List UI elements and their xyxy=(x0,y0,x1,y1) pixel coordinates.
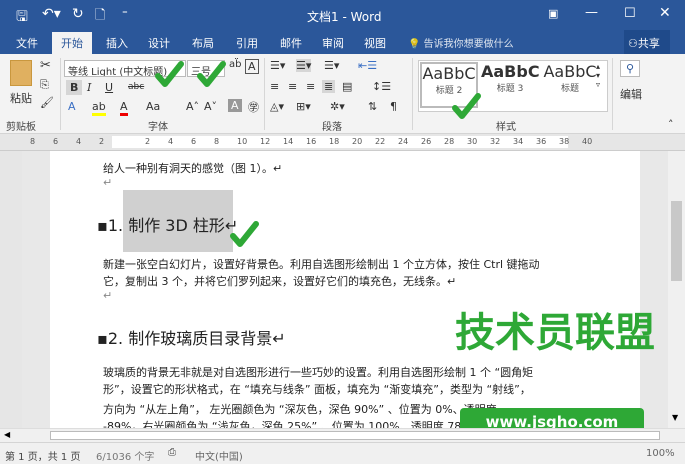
watermark-logo: 技术员联盟 xyxy=(455,310,655,356)
scroll-left-icon[interactable]: ◀ xyxy=(4,430,10,439)
word-count[interactable]: 6/1036 个字 xyxy=(96,448,154,463)
page-count[interactable]: 第 1 页，共 1 页 xyxy=(5,448,80,463)
horizontal-scrollbar[interactable]: ◀ xyxy=(0,428,685,442)
check-icon xyxy=(197,61,226,87)
check-icon xyxy=(155,61,184,87)
proofing-icon[interactable]: ⎙ xyxy=(168,447,176,458)
zoom-level[interactable]: 100% xyxy=(646,448,675,459)
status-bar: 第 1 页，共 1 页 6/1036 个字 ⎙ 中文(中国) 100% xyxy=(0,442,685,464)
language[interactable]: 中文(中国) xyxy=(195,448,243,463)
check-icon xyxy=(452,93,481,119)
checkmark-overlay xyxy=(155,61,481,247)
vertical-scrollbar[interactable]: ▼ xyxy=(668,151,685,428)
check-icon xyxy=(230,221,259,247)
scroll-down-icon[interactable]: ▼ xyxy=(672,413,678,422)
